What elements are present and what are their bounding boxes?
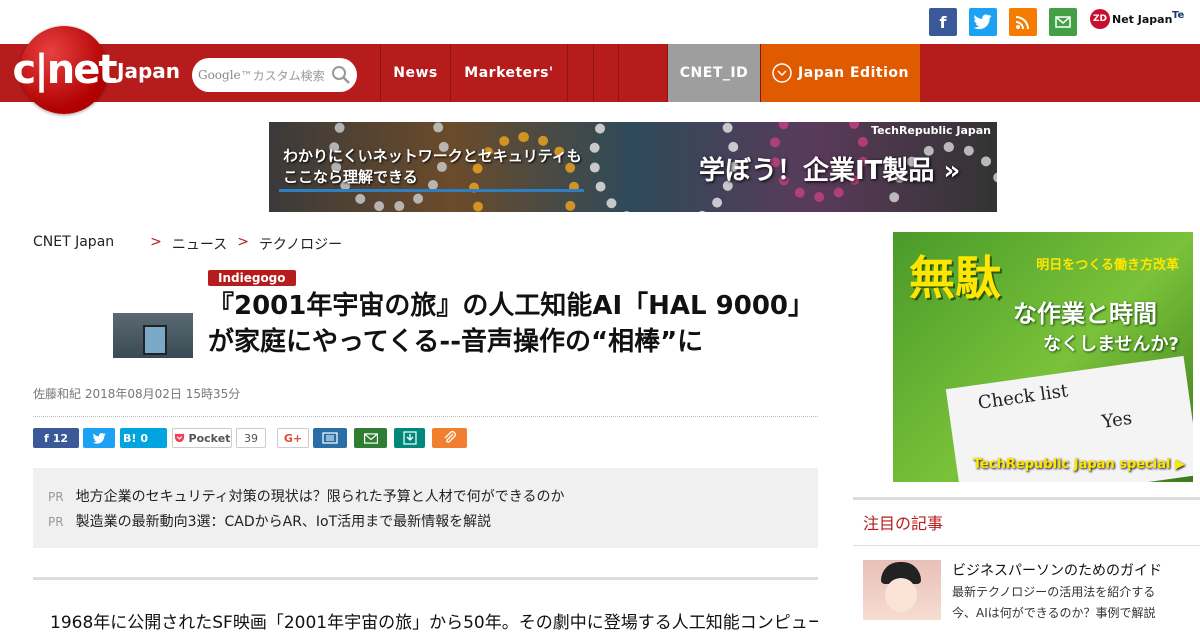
twitter-share-button[interactable] xyxy=(83,428,115,448)
pocket-icon xyxy=(174,433,184,443)
hatena-count: 0 xyxy=(140,431,149,445)
banner-brand: TechRepublic Japan xyxy=(871,124,991,137)
search-input[interactable]: Google ™カスタム検索 xyxy=(192,58,357,92)
article-lead: 1968年に公開されたSF映画「2001年宇宙の旅」から50年。その劇中に登場す… xyxy=(49,613,818,633)
breadcrumb-technology[interactable]: テクノロジー xyxy=(259,234,342,254)
ad-big-text: 無駄 xyxy=(909,251,1001,305)
search-placeholder: ™カスタム検索 xyxy=(240,68,325,83)
twitter-icon[interactable] xyxy=(969,8,997,36)
search-brand: Google xyxy=(198,68,241,82)
paperclip-icon xyxy=(444,431,456,443)
logo-japan-label: Japan xyxy=(117,59,180,83)
pocket-button[interactable]: Pocket xyxy=(172,428,232,448)
sidebar-heading: 注目の記事 xyxy=(863,514,944,533)
pr-label: PR xyxy=(48,515,64,529)
sidebar-item-title[interactable]: ビジネスパーソンのためのガイド xyxy=(952,560,1162,580)
nav-marketers[interactable]: Marketers' xyxy=(450,44,567,102)
nav-item-blank-3[interactable] xyxy=(618,44,643,102)
pr-label: PR xyxy=(48,490,64,504)
top-banner-ad[interactable]: TechRepublic Japan わかりにくいネットワークとセキュリティも … xyxy=(269,122,997,212)
nav-cnet-id[interactable]: CNET_ID xyxy=(667,44,760,102)
rss-icon[interactable] xyxy=(1009,8,1037,36)
print-button[interactable] xyxy=(313,428,347,448)
pocket-count: 39 xyxy=(236,428,266,448)
article-thumbnail xyxy=(113,313,193,358)
techrepublic-logo[interactable]: Te xyxy=(1172,10,1184,21)
pr-link[interactable]: PR 製造業の最新動向3選：CADからAR、IoT活用まで最新情報を解説 xyxy=(48,510,803,535)
nav-item-blank-2[interactable] xyxy=(593,44,618,102)
article-tag[interactable]: Indiegogo xyxy=(208,270,296,286)
top-utility-bar: f ZD Net Japan Te xyxy=(0,0,1200,44)
article-title: 『2001年宇宙の旅』の人工知能AI「HAL 9000」が家庭にやってくる--音… xyxy=(208,291,815,357)
facebook-icon: f xyxy=(43,431,49,445)
save-button[interactable] xyxy=(394,428,425,448)
breadcrumb-news[interactable]: ニュース xyxy=(172,234,227,254)
google-plus-button[interactable]: G+ xyxy=(277,428,309,448)
divider xyxy=(33,577,818,580)
divider xyxy=(853,545,1200,546)
search-icon[interactable] xyxy=(331,65,351,85)
chevron-down-icon xyxy=(772,63,792,83)
divider xyxy=(33,416,818,417)
breadcrumb: CNET Japan > ニュース > テクノロジー xyxy=(33,234,342,254)
breadcrumb-home[interactable]: CNET Japan xyxy=(33,234,114,254)
zdnet-logo[interactable]: ZD Net Japan xyxy=(1090,9,1172,29)
breadcrumb-separator: > xyxy=(150,234,162,250)
nav-japan-edition[interactable]: Japan Edition xyxy=(760,44,920,102)
twitter-icon xyxy=(92,432,106,444)
clip-button[interactable] xyxy=(432,428,467,448)
banner-underline xyxy=(279,189,584,192)
sidebar-item-line[interactable]: 最新テクノロジーの活用法を紹介する xyxy=(952,583,1155,600)
nav-news[interactable]: News xyxy=(380,44,450,102)
facebook-icon[interactable]: f xyxy=(929,8,957,36)
cnet-logo[interactable]: c|net xyxy=(12,26,118,114)
nav-item-blank-1[interactable] xyxy=(567,44,593,102)
download-icon xyxy=(402,431,417,445)
pr-links-box: PR 地方企業のセキュリティ対策の現状は？限られた予算と人材で何ができるのか PR… xyxy=(33,468,818,548)
pr-link[interactable]: PR 地方企業のセキュリティ対策の現状は？限られた予算と人材で何ができるのか xyxy=(48,485,803,510)
facebook-share-count: 12 xyxy=(52,431,69,445)
sidebar-item-thumbnail[interactable] xyxy=(863,560,941,620)
divider xyxy=(853,497,1200,500)
pocket-label: Pocket xyxy=(188,431,231,445)
zdnet-label: Net Japan xyxy=(1112,12,1173,26)
print-icon xyxy=(322,432,338,444)
sidebar-item-line[interactable]: 今、AIは何ができるのか？事例で解説 xyxy=(952,604,1156,621)
ad-footer: TechRepublic Japan special ▶ xyxy=(973,457,1185,472)
hatena-icon: B! xyxy=(123,431,137,445)
ad-headline: な作業と時間 xyxy=(1013,300,1157,328)
breadcrumb-separator: > xyxy=(237,234,249,250)
email-share-button[interactable] xyxy=(354,428,387,448)
article-byline: 佐藤和紀 2018年08月02日 15時35分 xyxy=(33,387,241,401)
ad-headline-2: なくしませんか? xyxy=(1043,334,1179,355)
mail-icon xyxy=(363,432,378,444)
sidebar-ad[interactable]: 無駄 明日をつくる働き方改革 な作業と時間 なくしませんか? Check lis… xyxy=(893,232,1193,482)
banner-headline: 学ぼう！企業IT製品 » xyxy=(699,156,961,186)
mail-icon[interactable] xyxy=(1049,8,1077,36)
ad-subheading: 明日をつくる働き方改革 xyxy=(1036,258,1179,273)
hatena-bookmark-button[interactable]: B! 0 xyxy=(120,428,167,448)
zdnet-mark: ZD xyxy=(1090,9,1110,29)
facebook-share-button[interactable]: f 12 xyxy=(33,428,79,448)
banner-copy: わかりにくいネットワークとセキュリティも ここなら理解できる xyxy=(283,147,582,186)
